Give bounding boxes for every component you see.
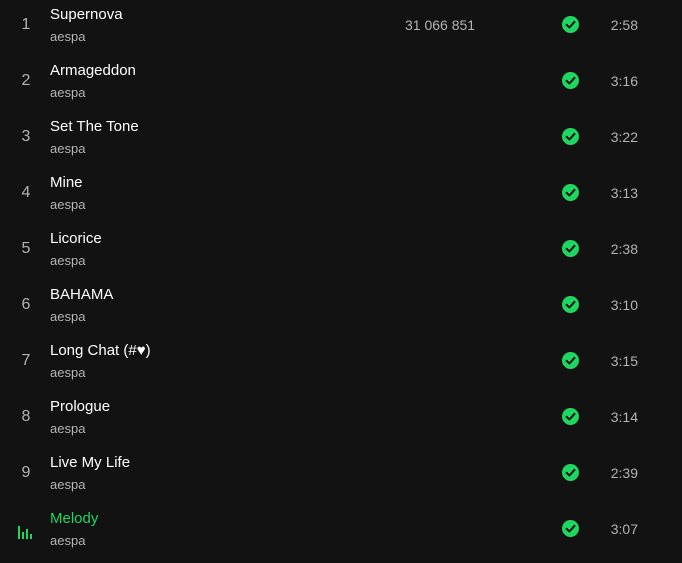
track-number: 7 (21, 352, 31, 369)
track-title[interactable]: Armageddon (50, 62, 136, 80)
track-duration: 3:16 (610, 73, 638, 89)
track-row[interactable]: 3 Set The Tone aespa 3:22 (0, 112, 682, 168)
check-circle-icon[interactable] (562, 520, 579, 537)
track-number: 4 (21, 184, 31, 201)
track-duration: 3:15 (610, 353, 638, 369)
track-title[interactable]: Mine (50, 174, 83, 192)
track-artist[interactable]: aespa (50, 533, 85, 549)
track-title[interactable]: Melody (50, 510, 98, 528)
check-circle-icon[interactable] (562, 128, 579, 145)
track-title[interactable]: Prologue (50, 398, 110, 416)
check-circle-icon[interactable] (562, 296, 579, 313)
track-number: 6 (21, 296, 31, 313)
check-circle-icon[interactable] (562, 352, 579, 369)
track-duration: 2:39 (610, 465, 638, 481)
track-artist[interactable]: aespa (50, 85, 85, 101)
track-list: 1 Supernova aespa 31 066 851 2:58 2 Arma… (0, 0, 682, 563)
track-title[interactable]: BAHAMA (50, 286, 113, 304)
track-row[interactable]: 9 Live My Life aespa 2:39 (0, 448, 682, 504)
check-circle-icon[interactable] (562, 72, 579, 89)
track-artist[interactable]: aespa (50, 309, 85, 325)
track-row[interactable]: 8 Prologue aespa 3:14 (0, 392, 682, 448)
track-number: 9 (21, 464, 31, 481)
track-duration: 2:58 (610, 17, 638, 33)
track-number: 5 (21, 240, 31, 257)
check-circle-icon[interactable] (562, 464, 579, 481)
track-title[interactable]: Supernova (50, 6, 123, 24)
track-duration: 3:22 (610, 129, 638, 145)
play-count: 31 066 851 (405, 17, 476, 33)
track-artist[interactable]: aespa (50, 29, 85, 45)
track-title[interactable]: Live My Life (50, 454, 130, 472)
track-duration: 3:10 (610, 297, 638, 313)
track-row[interactable]: 6 BAHAMA aespa 3:10 (0, 280, 682, 336)
track-row-now-playing[interactable]: Melody aespa 3:07 (0, 504, 682, 560)
check-circle-icon[interactable] (562, 408, 579, 425)
equalizer-icon (18, 526, 32, 539)
track-row[interactable]: 1 Supernova aespa 31 066 851 2:58 (0, 0, 682, 56)
check-circle-icon[interactable] (562, 184, 579, 201)
track-duration: 3:13 (610, 185, 638, 201)
track-title[interactable]: Licorice (50, 230, 102, 248)
track-duration: 2:38 (610, 241, 638, 257)
track-artist[interactable]: aespa (50, 253, 85, 269)
track-number: 1 (21, 16, 31, 33)
track-artist[interactable]: aespa (50, 141, 85, 157)
track-row[interactable]: 2 Armageddon aespa 3:16 (0, 56, 682, 112)
track-artist[interactable]: aespa (50, 477, 85, 493)
track-duration: 3:14 (610, 409, 638, 425)
track-title[interactable]: Long Chat (#♥) (50, 342, 151, 360)
track-duration: 3:07 (610, 521, 638, 537)
track-row[interactable]: 4 Mine aespa 3:13 (0, 168, 682, 224)
track-row[interactable]: 7 Long Chat (#♥) aespa 3:15 (0, 336, 682, 392)
check-circle-icon[interactable] (562, 240, 579, 257)
track-number: 2 (21, 72, 31, 89)
track-number: 3 (21, 128, 31, 145)
track-title[interactable]: Set The Tone (50, 118, 139, 136)
track-row[interactable]: 5 Licorice aespa 2:38 (0, 224, 682, 280)
track-artist[interactable]: aespa (50, 197, 85, 213)
check-circle-icon[interactable] (562, 16, 579, 33)
track-artist[interactable]: aespa (50, 421, 85, 437)
track-artist[interactable]: aespa (50, 365, 85, 381)
track-number: 8 (21, 408, 31, 425)
